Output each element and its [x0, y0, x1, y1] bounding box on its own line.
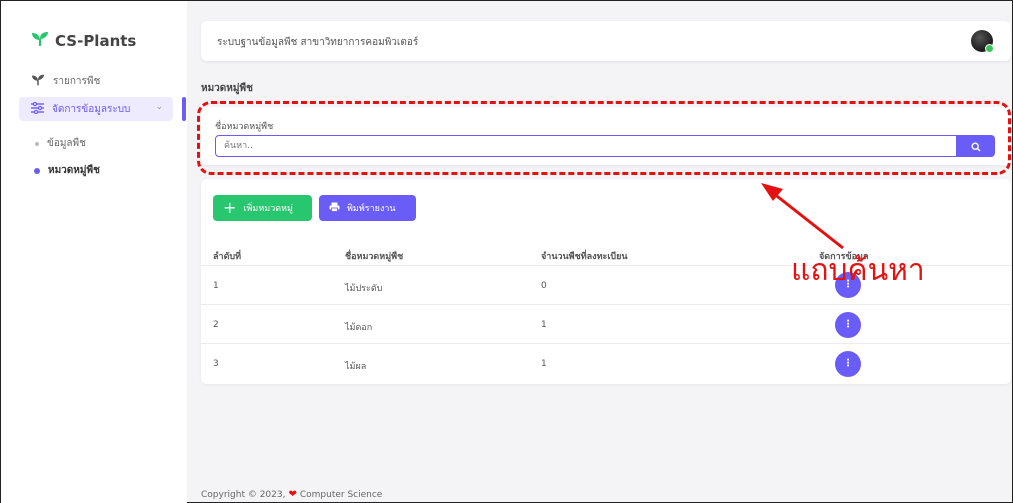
table-header-count: จำนวนพืชที่ลงทะเบียน: [541, 252, 628, 262]
table-header-actions: จัดการข้อมูล: [819, 252, 869, 262]
sidebar-item-plant-list[interactable]: รายการพืช: [31, 74, 100, 89]
table-cell-no: 2: [213, 320, 219, 330]
footer: Copyright © 2023, ❤ Computer Science: [201, 489, 382, 500]
table-cell-name: ไม้ดอก: [345, 323, 373, 333]
table-cell-count: 0: [541, 281, 547, 291]
sidebar-item-label: รายการพืช: [53, 76, 101, 87]
table-header-name: ชื่อหมวดหมู่พืช: [345, 252, 404, 262]
more-vertical-icon: ⋮: [843, 358, 853, 369]
add-category-button[interactable]: + เพิ่มหมวดหมู่: [213, 195, 312, 221]
printer-icon: [329, 202, 340, 215]
sidebar-subitem-plant-category[interactable]: หมวดหมู่พืช: [34, 163, 100, 178]
search-icon: [971, 137, 981, 156]
bullet-icon: [35, 141, 39, 146]
page-title: หมวดหมู่พืช: [201, 83, 253, 94]
sidebar-subitem-plant-data[interactable]: ข้อมูลพืช: [35, 136, 86, 151]
table-cell-no: 3: [213, 359, 219, 369]
search-button[interactable]: [957, 135, 995, 157]
row-actions-button[interactable]: ⋮: [835, 272, 861, 298]
plus-icon: +: [223, 198, 237, 217]
more-vertical-icon: ⋮: [843, 319, 853, 330]
sidebar-item-label: จัดการข้อมูลระบบ: [52, 103, 131, 115]
more-vertical-icon: ⋮: [843, 279, 853, 290]
search-label: ชื่อหมวดหมู่พืช: [215, 122, 274, 132]
brand-name: CS-Plants: [55, 32, 137, 50]
table-cell-count: 1: [541, 320, 547, 330]
chevron-down-icon: ⌄: [155, 102, 163, 112]
search-input[interactable]: [215, 135, 957, 157]
table-cell-count: 1: [541, 359, 547, 369]
brand[interactable]: CS-Plants: [31, 31, 136, 51]
heart-icon: ❤: [288, 489, 297, 500]
row-divider: [201, 343, 1011, 344]
top-header: ระบบฐานข้อมูลพืช สาขาวิทยาการคอมพิวเตอร์: [201, 21, 1011, 61]
row-actions-button[interactable]: ⋮: [835, 312, 861, 338]
table-header-no: ลำดับที่: [213, 252, 242, 262]
bullet-icon: [34, 167, 40, 174]
sliders-icon: [31, 101, 44, 117]
table-cell-no: 1: [213, 281, 219, 291]
print-report-button[interactable]: พิมพ์รายงาน: [319, 195, 416, 221]
print-report-label: พิมพ์รายงาน: [347, 204, 396, 214]
sidebar: CS-Plants รายการพืช จัดการข้อมูลระบบ ⌄ ข…: [1, 1, 187, 503]
row-actions-button[interactable]: ⋮: [835, 351, 861, 377]
avatar[interactable]: [971, 30, 994, 53]
seedling-icon: [31, 31, 49, 51]
footer-org: Computer Science: [299, 489, 383, 500]
row-divider: [201, 265, 1011, 266]
table-cell-name: ไม้ผล: [345, 362, 367, 372]
active-indicator: [182, 97, 186, 121]
footer-copyright: Copyright © 2023,: [201, 489, 286, 500]
search-card: ชื่อหมวดหมู่พืช: [201, 107, 1011, 165]
sidebar-subitem-label: หมวดหมู่พืช: [48, 165, 100, 176]
add-category-label: เพิ่มหมวดหมู่: [243, 204, 293, 214]
row-divider: [201, 304, 1011, 305]
category-table-card: + เพิ่มหมวดหมู่ พิมพ์รายงาน ลำดับที่ ชื่…: [201, 179, 1011, 384]
header-title: ระบบฐานข้อมูลพืช สาขาวิทยาการคอมพิวเตอร์: [217, 37, 419, 48]
seedling-icon: [31, 74, 45, 89]
table-cell-name: ไม้ประดับ: [345, 284, 383, 294]
sidebar-item-system-management[interactable]: จัดการข้อมูลระบบ ⌄: [19, 97, 173, 121]
sidebar-subitem-label: ข้อมูลพืช: [47, 138, 86, 149]
